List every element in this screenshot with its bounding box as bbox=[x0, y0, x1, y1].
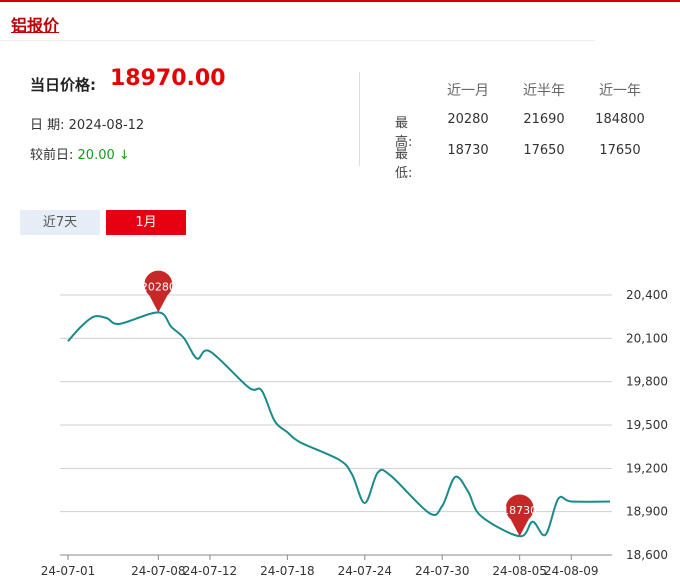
y-tick-label: 20,400 bbox=[626, 288, 668, 302]
tab-1-month[interactable]: 1月 bbox=[106, 210, 186, 235]
date-value: 2024-08-12 bbox=[68, 118, 145, 133]
x-tick-label: 24-07-01 bbox=[41, 564, 95, 578]
title-divider bbox=[0, 40, 595, 41]
x-tick-label: 24-08-05 bbox=[492, 564, 546, 578]
y-tick-label: 18,600 bbox=[626, 548, 668, 562]
x-tick-label: 24-07-24 bbox=[338, 564, 392, 578]
x-tick-label: 24-08-09 bbox=[544, 564, 598, 578]
annotation-pin-label: 20280 bbox=[141, 280, 176, 293]
stat-low-halfyear: 17650 bbox=[523, 143, 565, 158]
date-label: 日 期: bbox=[30, 118, 65, 133]
page-title[interactable]: 铝报价 bbox=[11, 12, 59, 36]
y-tick-label: 19,500 bbox=[626, 418, 668, 432]
y-tick-label: 18,900 bbox=[626, 505, 668, 519]
stat-header-halfyear: 近半年 bbox=[523, 83, 565, 99]
stat-low-year: 17650 bbox=[599, 143, 641, 158]
x-tick-label: 24-07-18 bbox=[260, 564, 314, 578]
stat-high-halfyear: 21690 bbox=[523, 112, 565, 127]
stat-low-month: 18730 bbox=[447, 143, 489, 158]
stat-header-year: 近一年 bbox=[599, 83, 641, 99]
down-arrow-icon: ↓ bbox=[118, 148, 130, 163]
date-row: 日 期: 2024-08-12 bbox=[30, 114, 144, 133]
change-value: 20.00 bbox=[77, 148, 115, 163]
change-label: 较前日: bbox=[30, 148, 74, 163]
stat-header-month: 近一月 bbox=[447, 83, 489, 99]
current-price-value: 18970.00 bbox=[110, 66, 226, 91]
annotation-pin-label: 18730 bbox=[502, 504, 537, 517]
stat-high-month: 20280 bbox=[447, 112, 489, 127]
price-line-chart: 18,600 18,900 19,200 19,500 19,800 20,100 20,4… bbox=[41, 270, 668, 578]
y-tick-label: 19,800 bbox=[626, 375, 668, 389]
stat-high-year: 184800 bbox=[595, 112, 645, 127]
y-tick-label: 20,100 bbox=[626, 331, 668, 345]
x-tick-label: 24-07-12 bbox=[183, 564, 237, 578]
stat-row-label-low: 最低: bbox=[395, 147, 413, 181]
change-row: 较前日: 20.00 ↓ bbox=[30, 144, 130, 163]
top-rule bbox=[0, 0, 680, 2]
x-tick-label: 24-07-30 bbox=[415, 564, 469, 578]
x-tick-label: 24-07-08 bbox=[131, 564, 185, 578]
current-price-label: 当日价格: bbox=[30, 76, 96, 94]
y-tick-label: 19,200 bbox=[626, 461, 668, 475]
summary-divider bbox=[359, 72, 360, 166]
tab-7-days[interactable]: 近7天 bbox=[20, 210, 100, 235]
